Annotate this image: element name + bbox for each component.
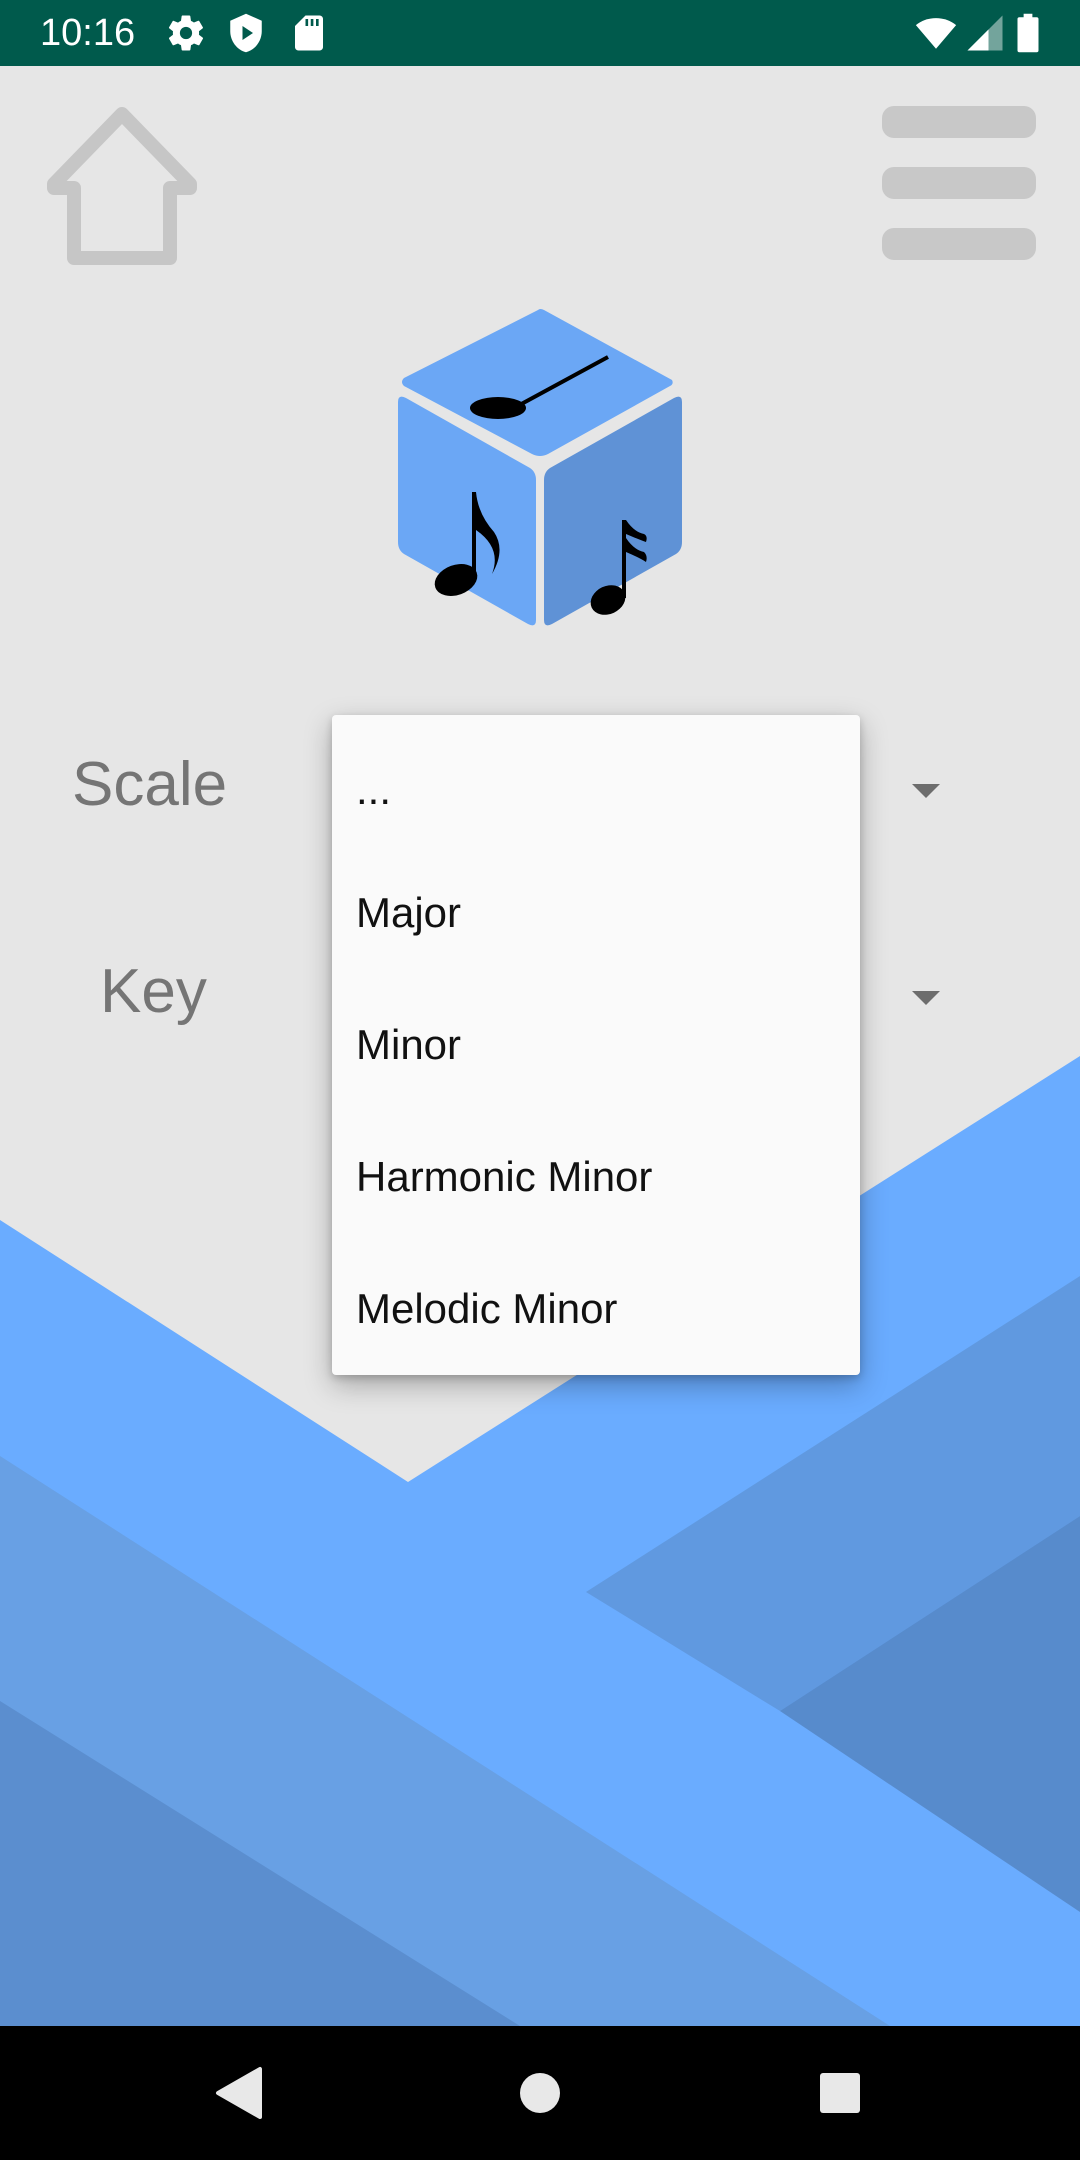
recents-square-icon: [820, 2073, 860, 2113]
status-time: 10:16: [40, 12, 136, 54]
home-icon: [47, 107, 197, 265]
back-button[interactable]: [200, 2053, 280, 2133]
key-dropdown-arrow-icon[interactable]: [912, 991, 940, 1005]
scale-label: Scale: [72, 750, 228, 819]
app-screen: Scale Key ... Major Minor Harmonic Minor…: [0, 66, 1080, 2026]
home-button[interactable]: [42, 106, 202, 266]
scale-dropdown-arrow-icon[interactable]: [912, 784, 940, 798]
navigation-bar: [0, 2026, 1080, 2160]
back-triangle-icon: [216, 2067, 262, 2119]
status-bar: 10:16: [0, 0, 1080, 66]
recents-button[interactable]: [800, 2053, 880, 2133]
music-dice-logo: [390, 304, 690, 630]
menu-button[interactable]: [880, 106, 1038, 266]
key-label: Key: [100, 957, 207, 1026]
menu-bar-line: [882, 167, 1036, 199]
home-circle-icon: [520, 2073, 560, 2113]
wifi-icon: [912, 12, 960, 54]
battery-icon: [1010, 12, 1046, 54]
nav-home-button[interactable]: [500, 2053, 580, 2133]
scale-dropdown-menu: ... Major Minor Harmonic Minor Melodic M…: [332, 715, 860, 1375]
dropdown-option-none[interactable]: ...: [332, 715, 860, 847]
dropdown-option-melodic-minor[interactable]: Melodic Minor: [332, 1243, 860, 1375]
settings-icon: [165, 12, 207, 54]
dropdown-option-harmonic-minor[interactable]: Harmonic Minor: [332, 1111, 860, 1243]
dropdown-option-minor[interactable]: Minor: [332, 979, 860, 1111]
shield-play-icon: [225, 12, 267, 54]
menu-bar-line: [882, 228, 1036, 260]
dropdown-option-major[interactable]: Major: [332, 847, 860, 979]
sd-card-icon: [288, 12, 330, 54]
menu-bar-line: [882, 106, 1036, 138]
music-dice-icon: [398, 309, 682, 626]
signal-icon: [964, 12, 1006, 54]
